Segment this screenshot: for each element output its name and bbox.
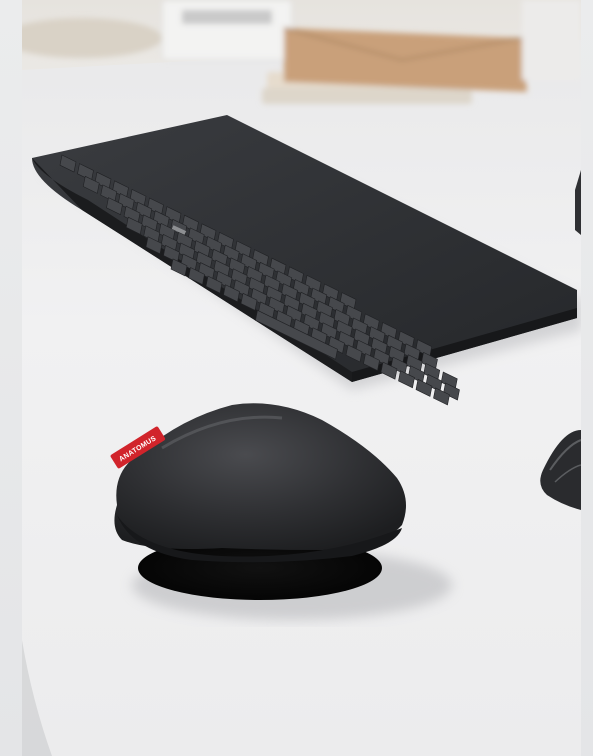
- photo-frame: ANATOMUS: [0, 0, 593, 756]
- product-photo: ANATOMUS: [22, 0, 581, 756]
- right-margin: [581, 0, 593, 756]
- left-margin: [0, 0, 22, 756]
- photo-svg: ANATOMUS: [22, 0, 581, 756]
